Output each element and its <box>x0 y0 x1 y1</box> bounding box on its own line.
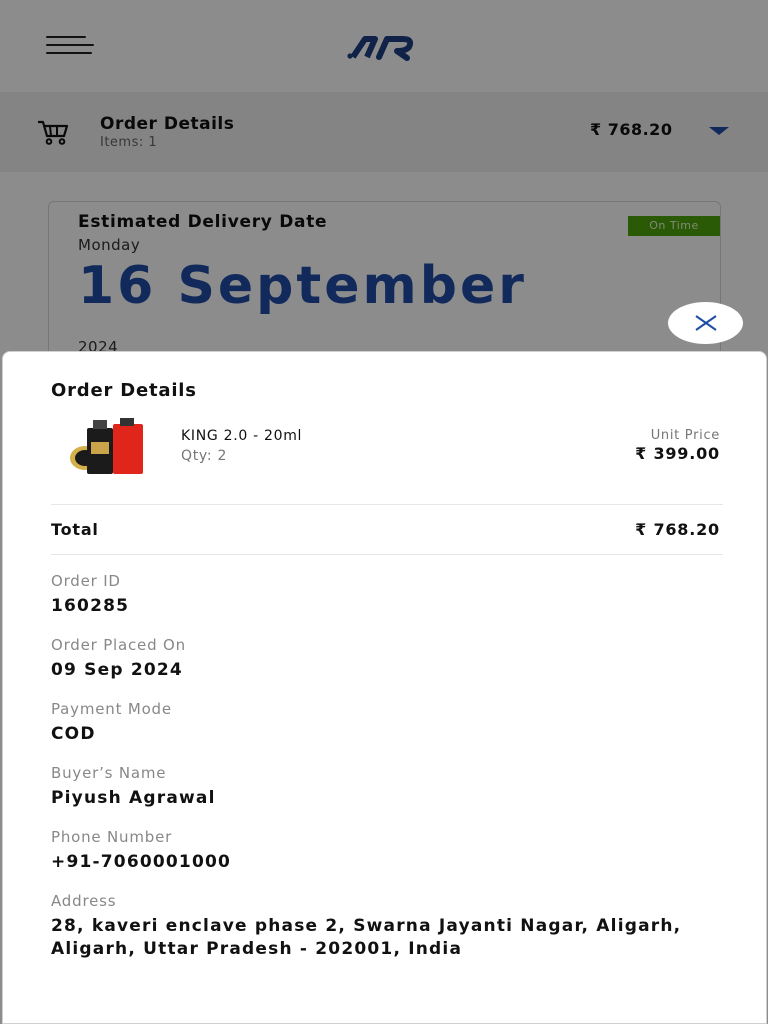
order-id-value: 160285 <box>51 596 130 616</box>
payment-mode-label: Payment Mode <box>51 700 172 718</box>
divider <box>51 554 723 555</box>
order-placed-label: Order Placed On <box>51 636 186 654</box>
order-placed-value: 09 Sep 2024 <box>51 660 183 680</box>
phone-number-label: Phone Number <box>51 828 173 846</box>
buyer-name-label: Buyer’s Name <box>51 764 167 782</box>
address-value: 28, kaveri enclave phase 2, Swarna Jayan… <box>51 916 682 959</box>
unit-price-label: Unit Price <box>650 428 720 443</box>
order-id-label: Order ID <box>51 572 121 590</box>
divider <box>51 504 723 505</box>
product-image <box>65 418 145 478</box>
phone-number-value: +91-7060001000 <box>51 852 232 872</box>
unit-price-value: ₹ 399.00 <box>635 444 720 463</box>
order-details-sheet: Order Details KING 2.0 - 20ml Qty: 2 Uni… <box>2 351 767 1024</box>
product-name: KING 2.0 - 20ml <box>181 428 303 444</box>
product-qty: Qty: 2 <box>181 448 228 464</box>
address-label: Address <box>51 892 117 910</box>
close-button[interactable] <box>668 302 743 344</box>
total-label: Total <box>51 520 99 539</box>
buyer-name-value: Piyush Agrawal <box>51 788 216 808</box>
total-value: ₹ 768.20 <box>635 520 720 539</box>
close-icon <box>694 315 717 331</box>
payment-mode-value: COD <box>51 724 96 744</box>
sheet-title: Order Details <box>51 380 197 401</box>
